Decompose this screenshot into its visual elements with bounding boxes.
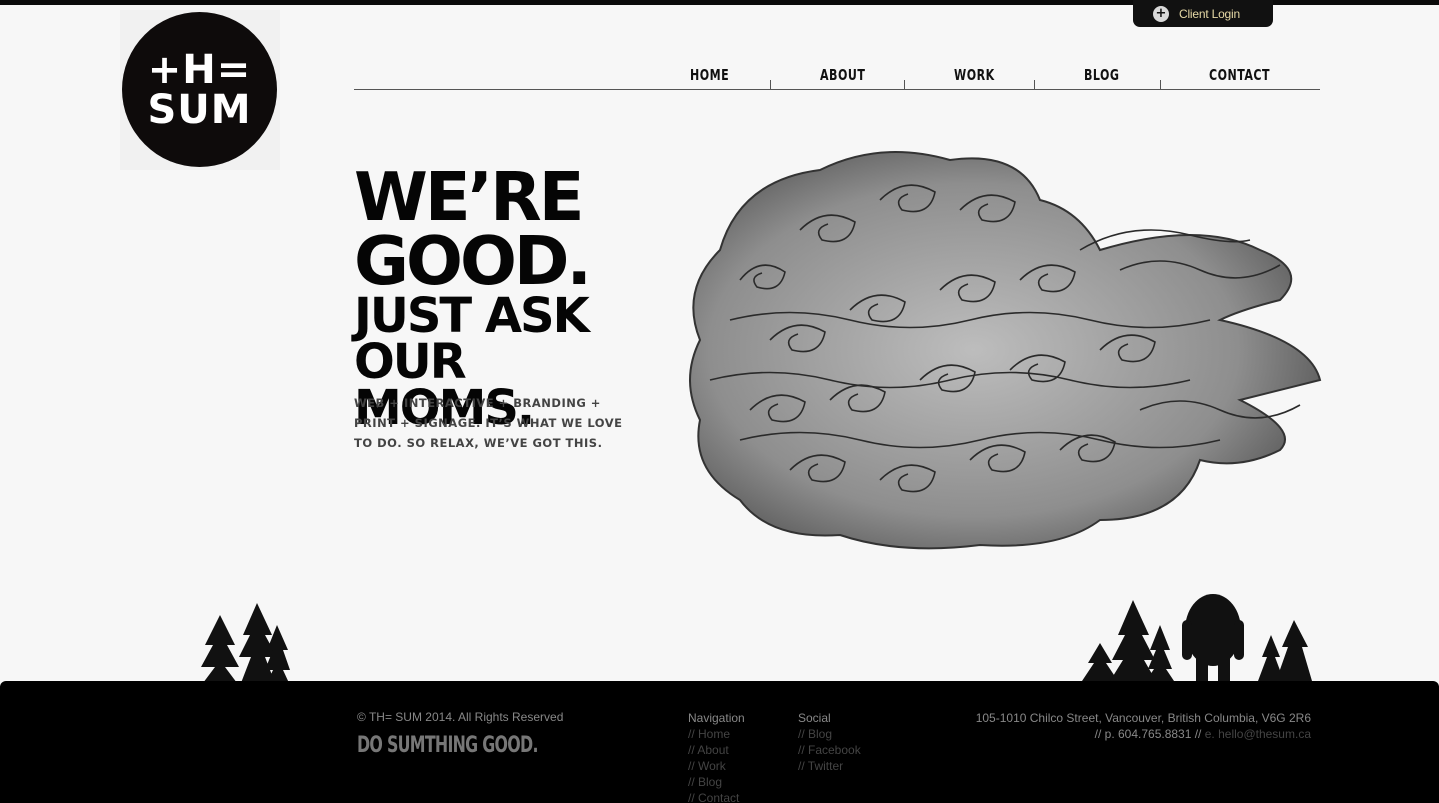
tagline-line-1: WEB + INTERACTIVE + BRANDING +: [354, 396, 601, 410]
footer-link-about[interactable]: // About: [688, 742, 745, 758]
headline-line-1: WE’RE: [354, 158, 584, 236]
headline-line-3: JUST ASK: [354, 288, 590, 344]
footer-navigation: Navigation // Home // About // Work // B…: [688, 710, 745, 803]
nav-blog[interactable]: BLOG: [1084, 66, 1120, 84]
footer-link-social-blog[interactable]: // Blog: [798, 726, 861, 742]
footer-address: 105-1010 Chilco Street, Vancouver, Briti…: [975, 711, 1311, 725]
footer-email-link[interactable]: e. hello@thesum.ca: [1205, 727, 1311, 741]
footer-link-twitter[interactable]: // Twitter: [798, 758, 861, 774]
nav-divider: [1160, 80, 1161, 89]
site-footer: © TH= SUM 2014. All Rights Reserved DO S…: [0, 681, 1439, 803]
nav-home[interactable]: HOME: [690, 66, 729, 84]
nav-about[interactable]: ABOUT: [820, 66, 865, 84]
nav-contact[interactable]: CONTACT: [1209, 66, 1270, 84]
footer-link-work[interactable]: // Work: [688, 758, 745, 774]
footer-navigation-heading: Navigation: [688, 711, 745, 725]
logo-line-1: +H=: [147, 46, 252, 93]
footer-link-contact[interactable]: // Contact: [688, 790, 745, 803]
nav-divider: [770, 80, 771, 89]
hero-tagline: WEB + INTERACTIVE + BRANDING + PRINT + S…: [354, 393, 624, 453]
logo-disc: +H= SUM: [122, 12, 277, 167]
hero-headline: WE’RE GOOD. JUST ASK OUR MOMS.: [354, 158, 654, 433]
footer-link-home[interactable]: // Home: [688, 726, 745, 742]
client-login-label: Client Login: [1179, 6, 1240, 21]
logo-line-2: SUM: [147, 86, 252, 133]
plus-icon: +: [1153, 5, 1169, 22]
client-login-button[interactable]: + Client Login: [1133, 0, 1273, 27]
footer-link-facebook[interactable]: // Facebook: [798, 742, 861, 758]
footer-slogan: DO SUMTHING GOOD.: [357, 733, 538, 758]
trees-left-illustration: [201, 603, 290, 683]
nav-divider: [904, 80, 905, 89]
swirl-cloud-illustration: [689, 151, 1322, 550]
footer-link-blog[interactable]: // Blog: [688, 774, 745, 790]
tagline-line-3: TO DO. SO RELAX, WE’VE GOT THIS.: [354, 436, 603, 450]
copyright-text: © TH= SUM 2014. All Rights Reserved: [357, 710, 564, 724]
nav-work[interactable]: WORK: [954, 66, 995, 84]
nav-divider: [1034, 80, 1035, 89]
headline-line-2: GOOD.: [354, 222, 592, 300]
footer-social: Social // Blog // Facebook // Twitter: [798, 710, 861, 774]
footer-social-heading: Social: [798, 711, 831, 725]
footer-phone: // p. 604.765.8831 //: [1094, 727, 1202, 741]
tagline-line-2: PRINT + SIGNAGE. IT’S WHAT WE LOVE: [354, 416, 623, 430]
footer-contact-info: 105-1010 Chilco Street, Vancouver, Briti…: [976, 710, 1311, 742]
trees-and-bigfoot-illustration: [1082, 594, 1312, 681]
main-nav: HOME ABOUT WORK BLOG CONTACT: [354, 60, 1320, 90]
nav-underline: [354, 89, 1320, 90]
logo[interactable]: +H= SUM: [120, 10, 280, 170]
